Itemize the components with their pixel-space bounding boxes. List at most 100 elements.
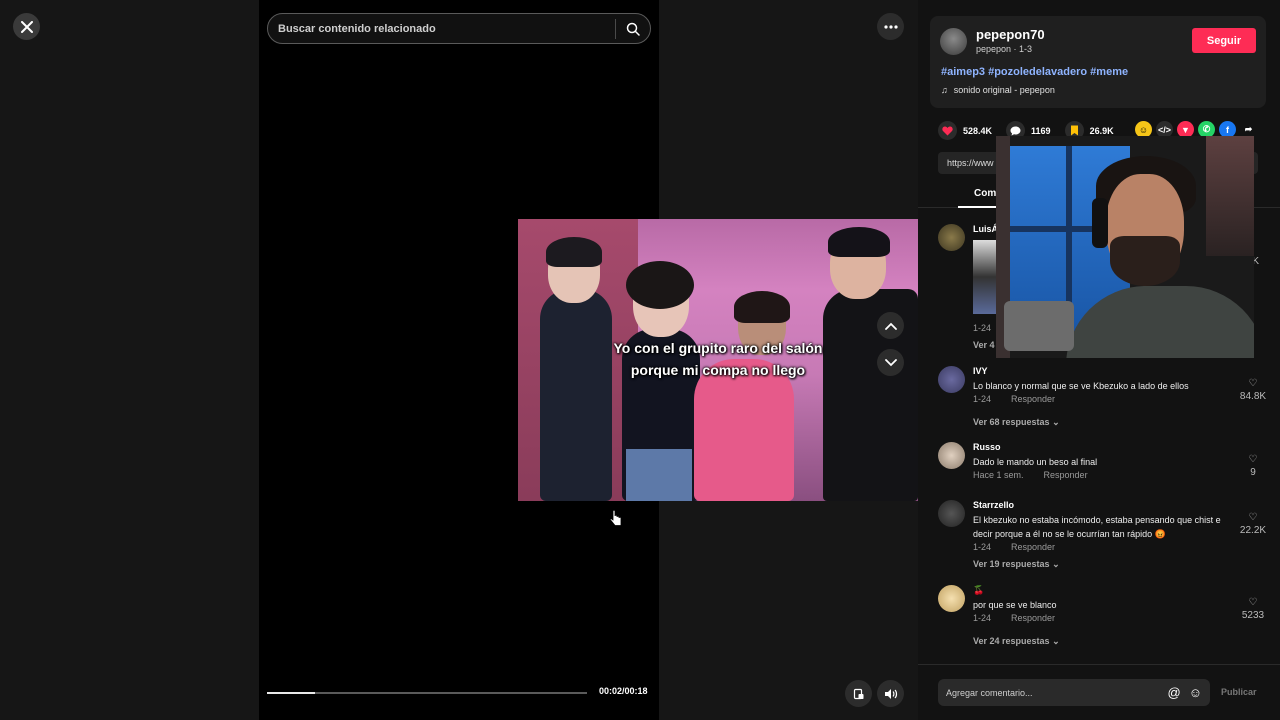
bookmark-icon [1070, 125, 1078, 136]
comment-like-count: 84.8K [1239, 391, 1267, 402]
comment-text: por que se ve blanco [973, 600, 1057, 610]
comment-text: Dado le mando un beso al final [973, 457, 1098, 467]
heart-icon [942, 126, 953, 135]
comment-date: 1-24 [973, 394, 992, 404]
view-replies-link[interactable]: Ver 4 [973, 340, 995, 350]
close-icon [20, 20, 33, 33]
reply-button[interactable]: Responder [1011, 394, 1055, 404]
comment-like[interactable]: ♡ 5233 [1238, 597, 1268, 621]
comment-composer: @ ☺ Publicar [918, 664, 1280, 720]
comment-date: 1-24 [973, 542, 992, 552]
view-replies-label: Ver 24 respuestas [973, 636, 1050, 646]
like-stat[interactable]: 528.4K [938, 121, 992, 140]
save-count: 26.9K [1089, 125, 1114, 136]
comment-like-count: 9 [1250, 467, 1256, 478]
heart-outline-icon: ♡ [1248, 454, 1258, 465]
comment-like-count: 22.2K [1239, 525, 1267, 536]
reply-button[interactable]: Responder [1011, 613, 1055, 623]
comment-username[interactable]: Starrzello [973, 500, 1014, 510]
emoji-icon[interactable]: ☺ [1189, 685, 1202, 700]
caption-line-2: porque mi compa no llego [630, 362, 806, 378]
previous-video-button[interactable] [877, 312, 904, 339]
progress-fill [267, 692, 315, 694]
details-panel: pepepon70 pepepon · 1-3 Seguir #aimep3 #… [918, 0, 1280, 720]
tab-comments[interactable]: Com [974, 188, 996, 199]
music-note-icon: ♫ [941, 85, 948, 95]
heart-outline-icon: ♡ [1248, 378, 1258, 389]
comment-item: Starrzello El kbezuko no estaba incómodo… [938, 500, 1268, 576]
comment-like[interactable]: ♡ 9 [1238, 454, 1268, 478]
comment-input[interactable] [946, 687, 1168, 698]
chevron-down-icon [884, 358, 897, 366]
view-replies-label: Ver 68 respuestas [973, 417, 1050, 427]
author-avatar[interactable] [940, 28, 967, 55]
pip-icon [853, 688, 863, 699]
comment-like[interactable]: ♡ 22.2K [1238, 512, 1268, 536]
more-icon [883, 24, 898, 29]
search-button[interactable] [616, 22, 650, 36]
webcam-overlay [996, 136, 1254, 358]
comment-username[interactable]: Russo [973, 442, 1001, 452]
caption-line-1: Yo con el grupito raro del salón [613, 340, 823, 356]
comment-item: IVY Lo blanco y normal que se ve Kbezuko… [938, 366, 1268, 430]
comment-avatar[interactable] [938, 442, 965, 469]
comment-avatar[interactable] [938, 500, 965, 527]
author-subtitle: pepepon · 1-3 [976, 44, 1033, 54]
close-button[interactable] [13, 13, 40, 40]
comment-like[interactable]: ♡ 84.8K [1238, 378, 1268, 402]
chevron-down-icon: ⌄ [1052, 636, 1060, 646]
send-icon: ▼ [1181, 124, 1190, 135]
comment-date: Hace 1 sem. [973, 470, 1024, 480]
picture-in-picture-button[interactable] [845, 680, 872, 707]
mention-icon[interactable]: @ [1168, 685, 1181, 700]
share-arrow-icon: ➦ [1244, 124, 1253, 134]
volume-icon [884, 688, 897, 699]
view-replies-label: Ver 19 respuestas [973, 559, 1050, 569]
follow-button[interactable]: Seguir [1192, 28, 1256, 53]
heart-outline-icon: ♡ [1248, 512, 1258, 523]
hashtags[interactable]: #aimep3 #pozoledelavadero #meme [941, 66, 1128, 78]
like-count: 528.4K [963, 125, 993, 136]
chevron-up-icon [884, 322, 897, 330]
comment-item: 🍒 por que se ve blanco 1-24 Responder Ver… [938, 585, 1268, 649]
publish-button[interactable]: Publicar [1221, 687, 1257, 697]
hand-cursor-icon [610, 510, 622, 526]
search-input[interactable] [268, 22, 615, 35]
whatsapp-icon: ✆ [1202, 124, 1211, 134]
comment-username[interactable]: LuisÁ [973, 224, 998, 234]
comment-date: 1-24 [973, 323, 992, 333]
comment-like-count: 5233 [1241, 610, 1265, 621]
video-player[interactable]: Yo con el grupito raro del salón porque … [259, 0, 918, 720]
facebook-icon: f [1226, 124, 1229, 135]
comment-username[interactable]: 🍒 [973, 585, 984, 596]
video-time: 00:02/00:18 [599, 686, 648, 696]
share-emoji-icon: ☺ [1138, 124, 1149, 135]
sound-link[interactable]: ♫ sonido original - pepepon [941, 85, 1055, 95]
chevron-down-icon: ⌄ [1052, 559, 1060, 569]
author-card: pepepon70 pepepon · 1-3 Seguir #aimep3 #… [930, 16, 1266, 108]
volume-button[interactable] [877, 680, 904, 707]
author-username[interactable]: pepepon70 [976, 27, 1045, 42]
view-replies-link[interactable]: Ver 24 respuestas ⌄ [973, 636, 1060, 647]
comment-icon [1010, 126, 1021, 135]
comment-image[interactable] [973, 240, 997, 314]
video-caption: Yo con el grupito raro del salón porque … [518, 337, 918, 381]
reply-button[interactable]: Responder [1044, 470, 1088, 480]
view-replies-link[interactable]: Ver 19 respuestas ⌄ [973, 559, 1060, 570]
comment-avatar[interactable] [938, 366, 965, 393]
reply-button[interactable]: Responder [1011, 542, 1055, 552]
comment-username[interactable]: IVY [973, 366, 988, 376]
comment-text: El kbezuko no estaba incómodo, estaba pe… [973, 515, 1221, 539]
sound-name: sonido original - pepepon [953, 85, 1055, 95]
comment-avatar[interactable] [938, 224, 965, 251]
comment-item: Russo Dado le mando un beso al final Hac… [938, 442, 1268, 492]
heart-outline-icon: ♡ [1248, 597, 1258, 608]
comment-text: Lo blanco y normal que se ve Kbezuko a l… [973, 381, 1189, 391]
next-video-button[interactable] [877, 349, 904, 376]
comment-avatar[interactable] [938, 585, 965, 612]
chevron-down-icon: ⌄ [1052, 417, 1060, 427]
progress-bar[interactable] [267, 692, 587, 694]
view-replies-link[interactable]: Ver 68 respuestas ⌄ [973, 417, 1060, 428]
more-options-button[interactable] [877, 13, 904, 40]
video-frame: Yo con el grupito raro del salón porque … [518, 219, 918, 501]
